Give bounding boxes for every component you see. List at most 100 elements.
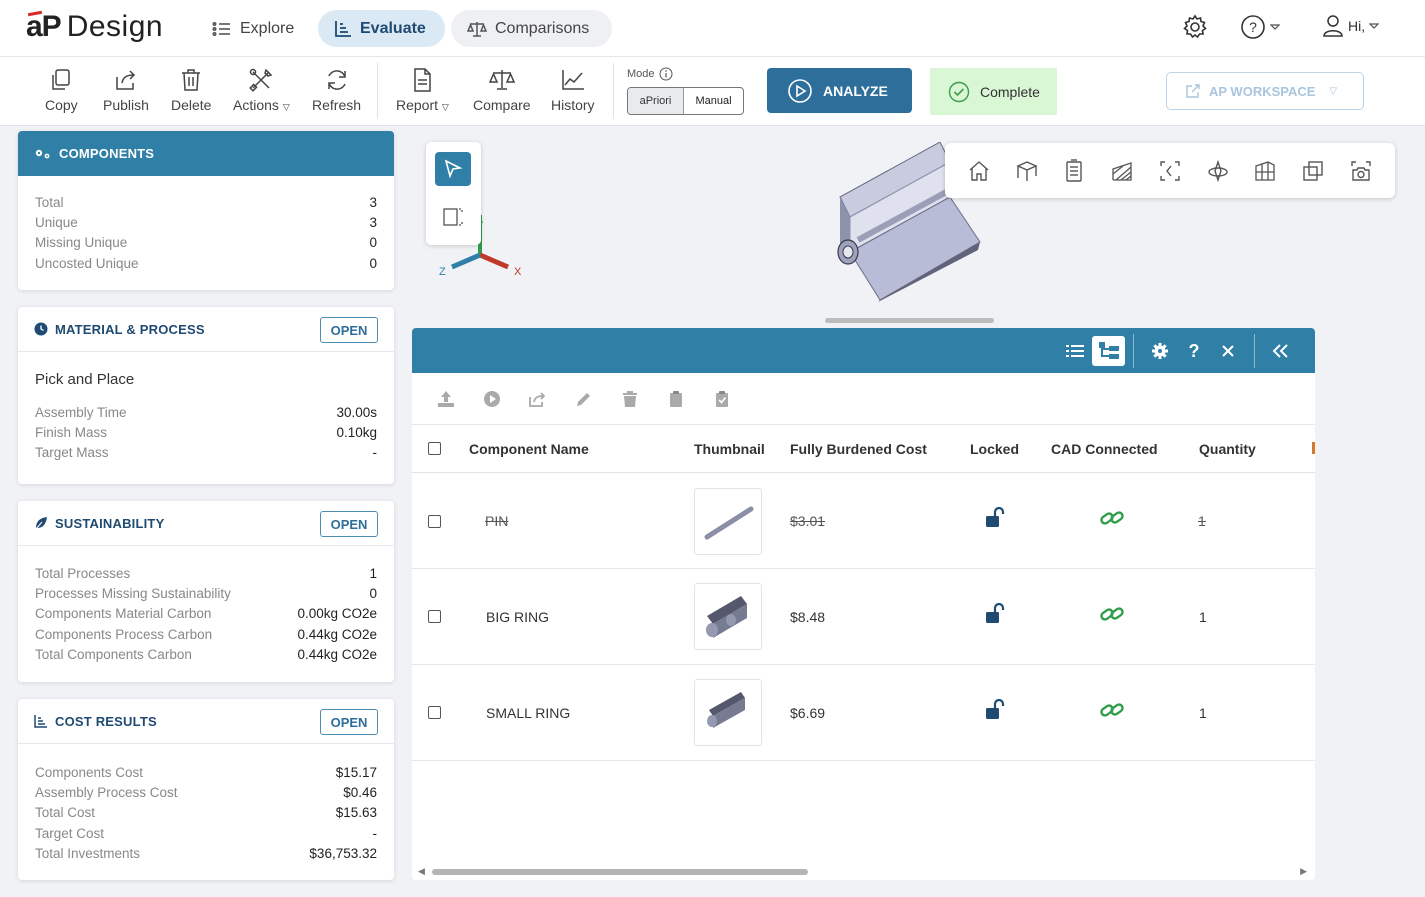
col-quantity[interactable]: Quantity bbox=[1199, 441, 1256, 457]
table-row[interactable]: PIN $3.01 1 bbox=[412, 473, 1315, 569]
trash-icon[interactable] bbox=[621, 390, 639, 408]
col-fully-burdened-cost[interactable]: Fully Burdened Cost bbox=[790, 441, 927, 457]
delete-button[interactable]: Delete bbox=[171, 67, 211, 113]
tree-view-icon[interactable] bbox=[1062, 158, 1086, 183]
nav-tab-comparisons[interactable]: Comparisons bbox=[451, 10, 612, 47]
big-ring-thumbnail-image bbox=[706, 596, 747, 638]
share-icon[interactable] bbox=[528, 390, 546, 408]
table-row[interactable]: SMALL RING $6.69 1 bbox=[412, 665, 1315, 761]
stat-row: Total Components Carbon 0.44kg CO2e bbox=[35, 646, 377, 662]
pencil-icon[interactable] bbox=[575, 390, 593, 408]
external-link-icon bbox=[1186, 84, 1200, 98]
line-chart-icon bbox=[562, 70, 584, 90]
table-help-button[interactable]: ? bbox=[1179, 336, 1209, 366]
help-menu[interactable]: ? bbox=[1240, 14, 1280, 40]
upload-icon[interactable] bbox=[437, 390, 455, 408]
clipboard-icon[interactable] bbox=[667, 390, 685, 408]
col-thumbnail[interactable]: Thumbnail bbox=[694, 441, 765, 457]
nav-tab-evaluate[interactable]: Evaluate bbox=[318, 10, 445, 47]
refresh-label: Refresh bbox=[312, 97, 362, 113]
stat-row: Assembly Process Cost $0.46 bbox=[35, 784, 377, 800]
list-view-button[interactable] bbox=[1060, 336, 1090, 366]
actions-menu[interactable]: Actions ▽ bbox=[233, 67, 290, 113]
table-row[interactable]: BIG RING $8.48 1 bbox=[412, 569, 1315, 665]
scroll-left-arrow-icon[interactable]: ◀ bbox=[418, 866, 425, 877]
stat-row: Assembly Time 30.00s bbox=[35, 404, 377, 420]
table-horizontal-scrollbar[interactable]: ◀ ▶ bbox=[412, 864, 1315, 880]
ap-workspace-button[interactable]: AP WORKSPACE ▽ bbox=[1166, 72, 1364, 110]
home-view-icon[interactable] bbox=[967, 159, 991, 183]
actions-label: Actions ▽ bbox=[233, 97, 290, 113]
chevron-down-icon bbox=[1270, 24, 1280, 30]
action-toolbar: Copy Publish Delete Actions ▽ Refresh Re… bbox=[0, 57, 1425, 126]
play-icon[interactable] bbox=[483, 390, 501, 408]
explode-view-icon[interactable] bbox=[1301, 159, 1325, 183]
collapse-panel-button[interactable] bbox=[1265, 336, 1295, 366]
hatch-view-icon[interactable] bbox=[1110, 159, 1134, 183]
component-name[interactable]: PIN bbox=[485, 513, 508, 529]
nav-tab-explore-label: Explore bbox=[240, 19, 295, 37]
material-open-button[interactable]: OPEN bbox=[320, 317, 378, 343]
section-box-icon bbox=[443, 208, 463, 226]
pin-thumbnail-image bbox=[704, 506, 754, 540]
select-all-checkbox[interactable] bbox=[428, 442, 441, 455]
select-tool-button[interactable] bbox=[435, 152, 471, 186]
screenshot-icon[interactable] bbox=[1349, 159, 1373, 183]
nav-tab-explore[interactable]: Explore bbox=[196, 10, 310, 47]
col-cad-connected[interactable]: CAD Connected bbox=[1051, 441, 1158, 457]
compare-button[interactable]: Compare bbox=[473, 67, 531, 113]
axis-x-label: X bbox=[514, 266, 522, 278]
app-logo[interactable]: aP Design bbox=[26, 10, 163, 44]
delete-label: Delete bbox=[171, 97, 212, 113]
col-component-name[interactable]: Component Name bbox=[469, 441, 589, 457]
section-tool-button[interactable] bbox=[435, 200, 471, 234]
orbit-view-icon[interactable] bbox=[1206, 159, 1230, 183]
history-label: History bbox=[551, 97, 595, 113]
sustainability-open-button[interactable]: OPEN bbox=[320, 511, 378, 537]
report-menu[interactable]: Report ▽ bbox=[396, 67, 449, 113]
stat-row: Components Cost $15.17 bbox=[35, 764, 377, 780]
material-process-title: MATERIAL & PROCESS bbox=[55, 321, 205, 337]
history-button[interactable]: History bbox=[551, 67, 595, 113]
scrollbar-thumb[interactable] bbox=[432, 869, 808, 875]
view-tools-bar bbox=[945, 143, 1395, 198]
mode-apriori-option[interactable]: aPriori bbox=[628, 88, 684, 114]
copy-button[interactable]: Copy bbox=[45, 67, 78, 113]
iso-view-icon[interactable] bbox=[1015, 159, 1039, 183]
scroll-right-arrow-icon[interactable]: ▶ bbox=[1300, 866, 1307, 877]
publish-button[interactable]: Publish bbox=[103, 67, 149, 113]
tree-view-button[interactable] bbox=[1092, 336, 1125, 366]
settings-button[interactable] bbox=[1182, 14, 1208, 40]
unlocked-icon[interactable] bbox=[984, 699, 1006, 721]
unlocked-icon[interactable] bbox=[984, 507, 1006, 529]
toolbar-divider bbox=[377, 63, 378, 119]
toolbar-divider bbox=[1254, 334, 1255, 368]
stat-row: Unique 3 bbox=[35, 214, 377, 230]
user-menu[interactable]: Hi, bbox=[1322, 14, 1380, 38]
table-settings-button[interactable] bbox=[1145, 336, 1175, 366]
mode-label: Mode bbox=[627, 67, 673, 81]
clipboard-check-icon[interactable] bbox=[713, 390, 731, 408]
row-checkbox[interactable] bbox=[428, 610, 441, 623]
fit-view-icon[interactable] bbox=[1158, 159, 1182, 183]
mode-manual-option[interactable]: Manual bbox=[684, 88, 743, 114]
viewer-resize-handle[interactable] bbox=[825, 318, 994, 323]
cost-open-button[interactable]: OPEN bbox=[320, 709, 378, 735]
row-checkbox[interactable] bbox=[428, 706, 441, 719]
info-icon[interactable] bbox=[659, 67, 673, 81]
col-locked[interactable]: Locked bbox=[970, 441, 1019, 457]
analyze-button[interactable]: ANALYZE bbox=[767, 68, 912, 113]
component-name[interactable]: SMALL RING bbox=[486, 705, 570, 721]
chevron-down-icon: ▽ bbox=[1329, 85, 1338, 97]
wireframe-view-icon[interactable] bbox=[1253, 159, 1277, 183]
refresh-button[interactable]: Refresh bbox=[312, 67, 361, 113]
sustainability-panel: SUSTAINABILITY OPEN Total Processes 1 Pro… bbox=[18, 501, 394, 682]
stat-row: Processes Missing Sustainability 0 bbox=[35, 585, 377, 601]
table-close-button[interactable] bbox=[1213, 336, 1243, 366]
unlocked-icon[interactable] bbox=[984, 603, 1006, 625]
stat-row: Finish Mass 0.10kg bbox=[35, 424, 377, 440]
row-checkbox[interactable] bbox=[428, 515, 441, 528]
compare-label: Compare bbox=[473, 97, 531, 113]
component-name[interactable]: BIG RING bbox=[486, 609, 549, 625]
gear-icon bbox=[1152, 343, 1168, 359]
